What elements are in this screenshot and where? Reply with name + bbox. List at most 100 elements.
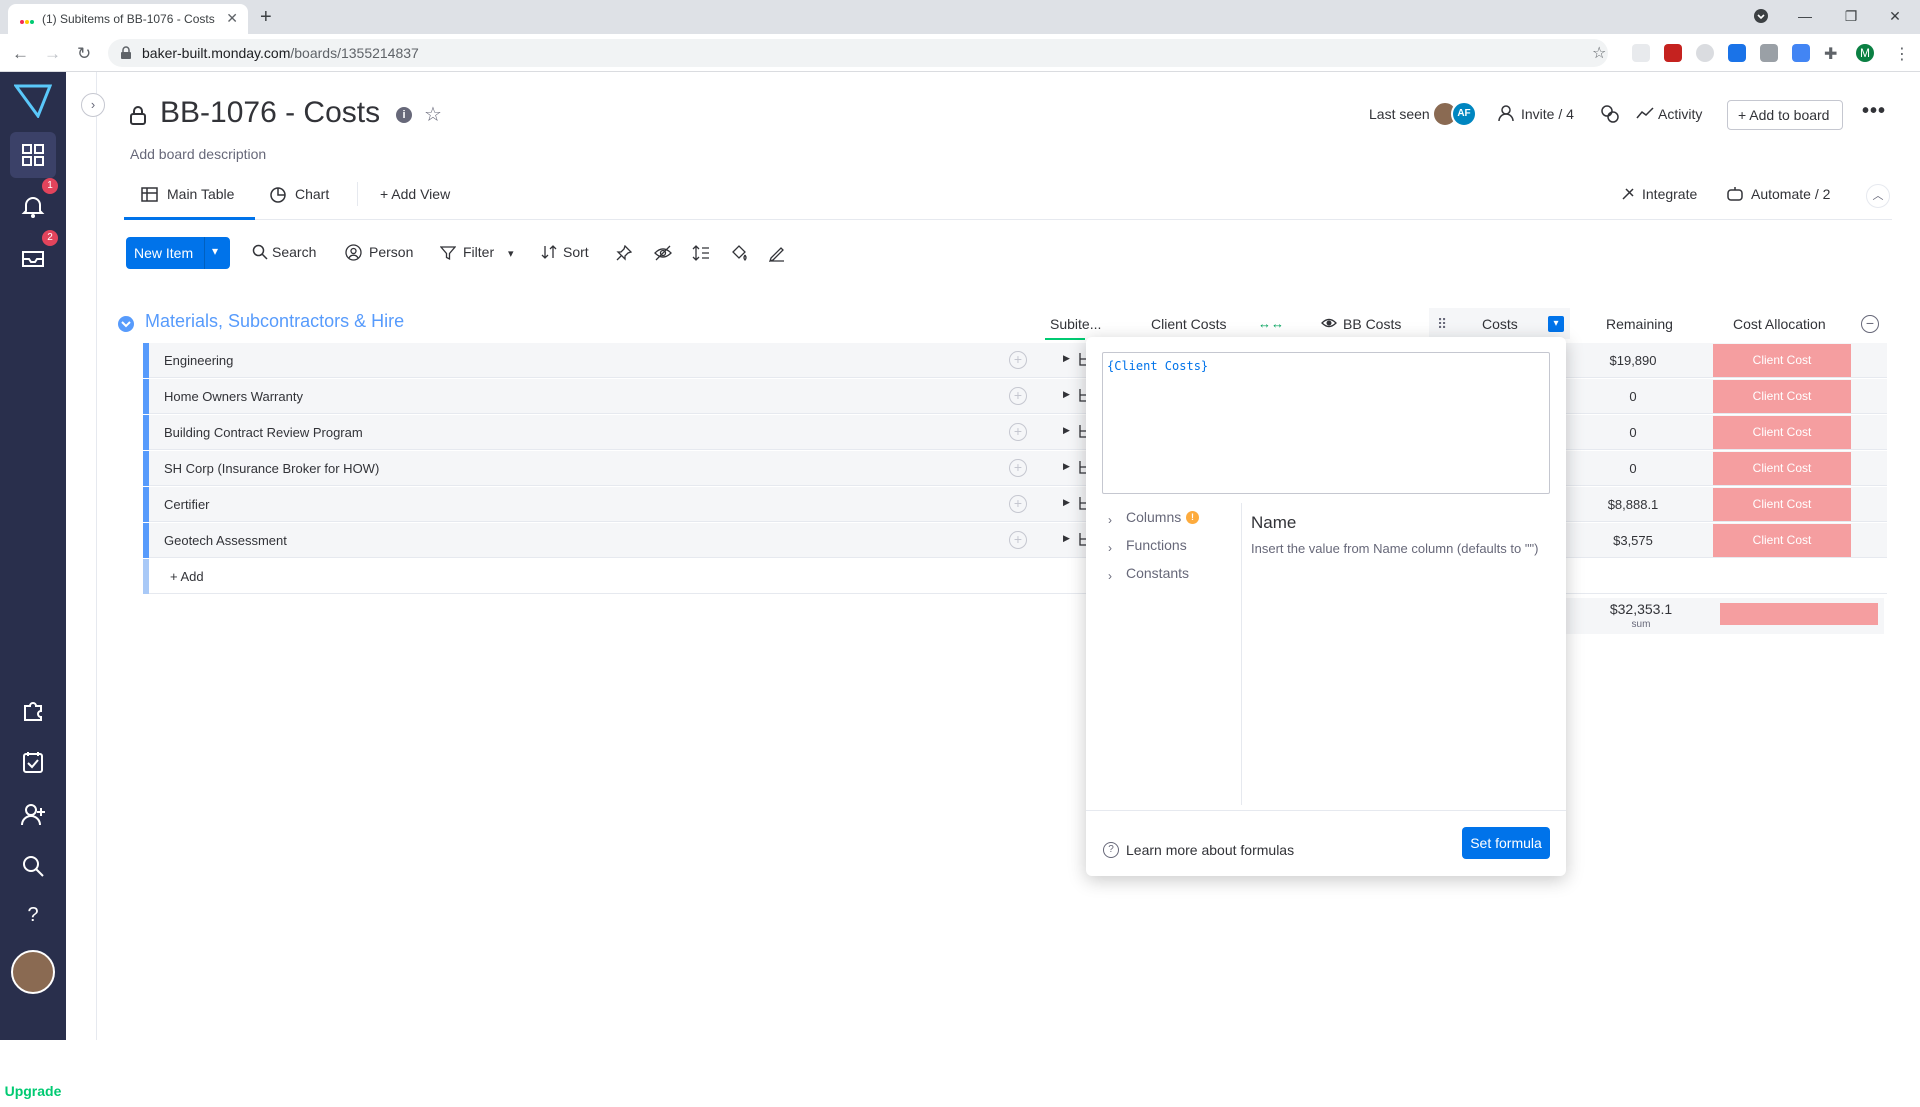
color-fill-bucket-icon[interactable] [730, 244, 748, 262]
tab-main-table[interactable]: Main Table [167, 186, 234, 202]
group-title[interactable]: Materials, Subcontractors & Hire [145, 311, 404, 332]
extension-icon[interactable] [1728, 44, 1746, 62]
browser-menu-icon[interactable]: ⋮ [1894, 44, 1910, 64]
table-row[interactable]: Certifier + ▶ $8,888.1 Client Cost [143, 487, 1887, 522]
sort-button[interactable]: Sort [563, 244, 589, 260]
column-costs[interactable]: Costs [1482, 316, 1518, 332]
allocation-status[interactable]: Client Cost [1713, 416, 1851, 449]
filter-dropdown-chevron-icon[interactable]: ▾ [508, 247, 514, 260]
reload-icon[interactable]: ↻ [77, 44, 91, 64]
allocation-status[interactable]: Client Cost [1713, 380, 1851, 413]
add-update-icon[interactable]: + [1009, 459, 1027, 477]
add-item-row[interactable]: + Add [143, 559, 1887, 594]
board-info-icon[interactable]: i [396, 107, 412, 123]
allocation-status[interactable]: Client Cost [1713, 524, 1851, 557]
upgrade-link[interactable]: Upgrade [0, 1083, 66, 1107]
item-name[interactable]: Certifier [164, 497, 210, 512]
url-field[interactable]: baker-built.monday.com/boards/1355214837… [108, 39, 1608, 67]
close-tab-icon[interactable]: ✕ [226, 10, 238, 27]
hide-eye-icon[interactable] [654, 245, 672, 261]
help-icon[interactable]: ? [19, 904, 47, 932]
expand-subitems-caret-icon[interactable]: ▶ [1063, 497, 1070, 508]
last-seen-avatar-initials[interactable]: AF [1451, 101, 1477, 127]
group-collapse-chevron-icon[interactable] [118, 316, 134, 332]
drag-handle-icon[interactable]: ⠿ [1437, 316, 1447, 333]
column-subitems[interactable]: Subite... [1050, 316, 1101, 332]
browser-tab[interactable]: (1) Subitems of BB-1076 - Costs ✕ [8, 4, 248, 34]
minimize-icon[interactable]: — [1790, 4, 1820, 28]
table-row[interactable]: SH Corp (Insurance Broker for HOW) + ▶ 0… [143, 451, 1887, 486]
formula-input[interactable]: {Client Costs} [1102, 352, 1550, 494]
column-bb-costs[interactable]: BB Costs [1343, 316, 1401, 332]
expand-subitems-caret-icon[interactable]: ▶ [1063, 461, 1070, 472]
item-name[interactable]: Home Owners Warranty [164, 389, 303, 404]
filter-button[interactable]: Filter [463, 244, 494, 260]
column-remaining[interactable]: Remaining [1606, 316, 1673, 332]
expand-subitems-caret-icon[interactable]: ▶ [1063, 353, 1070, 364]
expand-panel-chevron-icon[interactable]: › [81, 93, 105, 117]
add-update-icon[interactable]: + [1009, 495, 1027, 513]
add-item-input[interactable]: + Add [170, 569, 204, 584]
extension-icon[interactable] [1696, 44, 1714, 62]
item-name[interactable]: Geotech Assessment [164, 533, 287, 548]
new-item-dropdown-chevron-icon[interactable]: ▾ [212, 244, 218, 258]
item-name[interactable]: Building Contract Review Program [164, 425, 363, 440]
expand-subitems-caret-icon[interactable]: ▶ [1063, 533, 1070, 544]
table-row[interactable]: Engineering + ▶ $19,890 Client Cost [143, 343, 1887, 378]
new-tab-icon[interactable]: + [260, 6, 272, 29]
add-update-icon[interactable]: + [1009, 351, 1027, 369]
column-client-costs[interactable]: Client Costs [1151, 316, 1226, 332]
invite-members-icon[interactable] [19, 800, 47, 828]
inbox-icon[interactable] [19, 244, 47, 272]
pin-icon[interactable] [616, 245, 632, 261]
bookmark-star-icon[interactable]: ☆ [1592, 43, 1606, 63]
search-icon[interactable] [19, 852, 47, 880]
integrate-button[interactable]: Integrate [1642, 186, 1697, 202]
board-description[interactable]: Add board description [130, 146, 266, 162]
expand-subitems-caret-icon[interactable]: ▶ [1063, 389, 1070, 400]
allocation-status[interactable]: Client Cost [1713, 488, 1851, 521]
add-view-button[interactable]: + Add View [380, 186, 450, 202]
learn-more-link[interactable]: Learn more about formulas [1126, 842, 1294, 858]
add-update-icon[interactable]: + [1009, 387, 1027, 405]
new-item-button[interactable]: New Item ▾ [126, 237, 230, 269]
tab-chart[interactable]: Chart [295, 186, 329, 202]
table-row[interactable]: Home Owners Warranty + ▶ 0 Client Cost [143, 379, 1887, 414]
profile-menu-icon[interactable] [1746, 4, 1776, 28]
search-button[interactable]: Search [272, 244, 316, 260]
user-avatar[interactable] [11, 950, 55, 994]
invite-button[interactable]: Invite / 4 [1521, 106, 1574, 122]
extension-icon[interactable] [1792, 44, 1810, 62]
formula-nav-functions[interactable]: Functions [1126, 537, 1187, 553]
allocation-status[interactable]: Client Cost [1713, 452, 1851, 485]
board-title[interactable]: BB-1076 - Costs [160, 96, 380, 130]
add-to-board-button[interactable]: + Add to board [1727, 100, 1843, 130]
my-work-calendar-icon[interactable] [19, 748, 47, 776]
forward-icon[interactable]: → [44, 44, 61, 64]
integrations-icon[interactable] [1600, 104, 1620, 124]
formula-nav-columns[interactable]: Columns [1126, 509, 1181, 525]
table-row[interactable]: Geotech Assessment + ▶ $3,575 Client Cos… [143, 523, 1887, 558]
close-window-icon[interactable]: ✕ [1880, 4, 1910, 28]
add-column-icon[interactable]: − [1861, 315, 1879, 333]
extension-icon[interactable] [1632, 44, 1650, 62]
automate-button[interactable]: Automate / 2 [1751, 186, 1830, 202]
set-formula-button[interactable]: Set formula [1462, 827, 1550, 859]
item-name[interactable]: Engineering [164, 353, 233, 368]
workspace-nav-active[interactable] [10, 132, 56, 178]
edit-pen-icon[interactable] [768, 244, 786, 262]
maximize-icon[interactable]: ❐ [1836, 4, 1866, 28]
collapse-header-chevron-icon[interactable]: ︿ [1866, 184, 1890, 208]
favorite-star-icon[interactable]: ☆ [424, 102, 442, 127]
monday-logo-icon[interactable] [14, 82, 52, 118]
row-height-icon[interactable] [692, 244, 710, 262]
profile-avatar[interactable]: M [1856, 44, 1874, 62]
column-menu-chevron-icon[interactable]: ▾ [1548, 316, 1564, 332]
expand-subitems-caret-icon[interactable]: ▶ [1063, 425, 1070, 436]
extension-icon[interactable] [1664, 44, 1682, 62]
activity-button[interactable]: Activity [1658, 106, 1702, 122]
allocation-status[interactable]: Client Cost [1713, 344, 1851, 377]
notifications-bell-icon[interactable] [19, 192, 47, 220]
add-update-icon[interactable]: + [1009, 423, 1027, 441]
resize-arrows-icon[interactable]: ↔↔ [1258, 316, 1284, 331]
